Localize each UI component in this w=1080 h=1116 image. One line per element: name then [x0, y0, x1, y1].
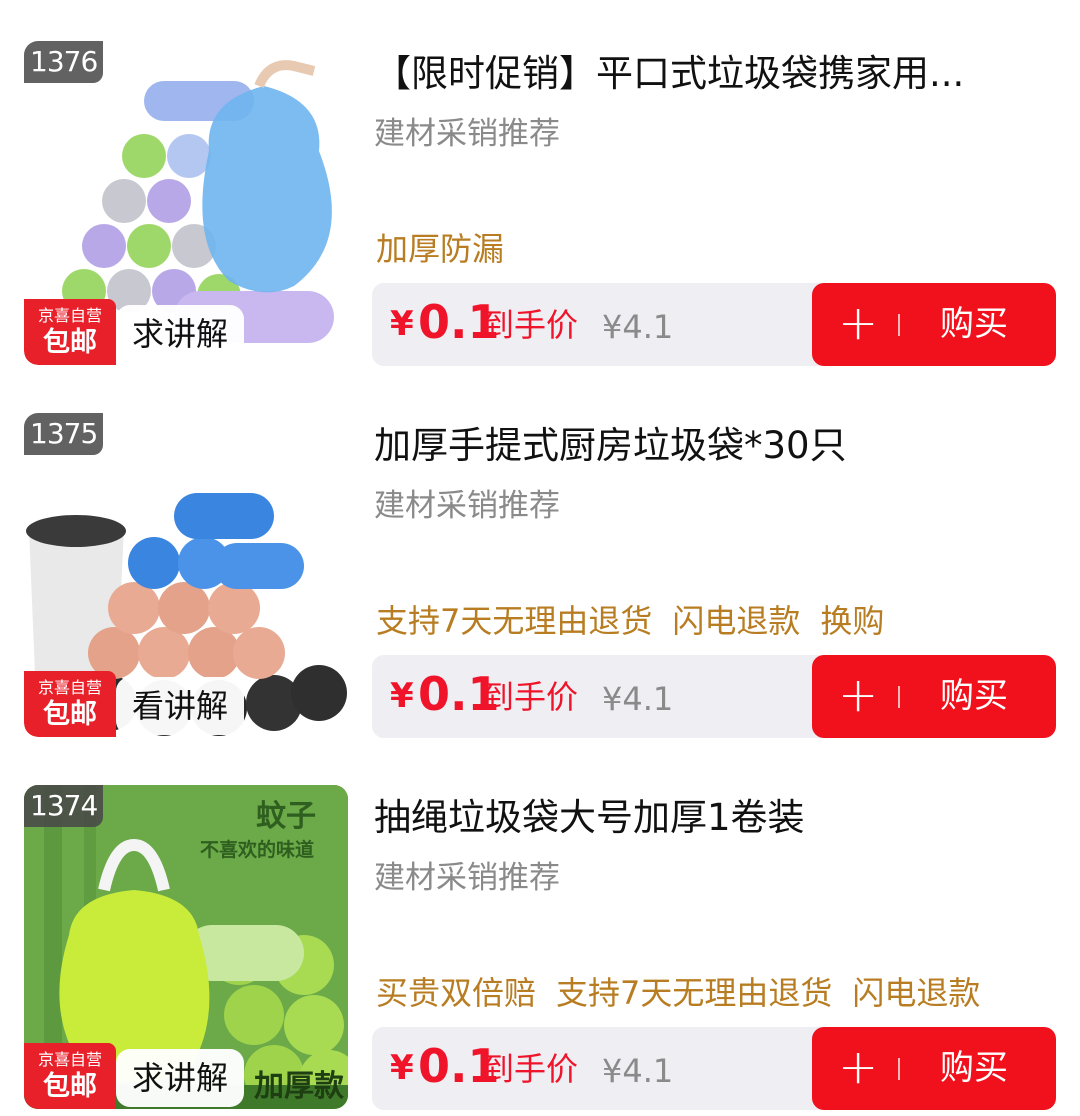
badge-bottom-text: 包邮 — [43, 699, 97, 730]
currency-symbol: ¥ — [390, 304, 414, 344]
original-price: ¥4.1 — [602, 680, 674, 718]
explain-button[interactable]: 求讲解 — [116, 1049, 245, 1107]
product-title[interactable]: 【限时促销】平口式垃圾袋携家用... — [374, 46, 1054, 102]
tag: 加厚防漏 — [376, 230, 505, 268]
divider — [898, 1058, 900, 1080]
original-price: ¥4.1 — [602, 1052, 674, 1090]
jingxi-badge: 京喜自营 包邮 — [24, 299, 116, 365]
tag-row: 支持7天无理由退货 闪电退款 换购 — [376, 597, 904, 645]
rank-badge: 1375 — [24, 413, 104, 455]
product-title[interactable]: 加厚手提式厨房垃圾袋*30只 — [374, 418, 1054, 474]
buy-button[interactable]: + 购买 — [812, 1027, 1056, 1110]
add-to-cart-icon[interactable]: + — [838, 1033, 878, 1101]
divider — [898, 686, 900, 708]
buy-button[interactable]: + 购买 — [812, 283, 1056, 366]
badge-top-text: 京喜自营 — [37, 306, 102, 325]
divider — [898, 314, 900, 336]
image-text-thick: 加厚款 — [254, 1069, 344, 1104]
shop-name: 建材采销推荐 — [374, 860, 560, 896]
add-to-cart-icon[interactable]: + — [838, 661, 878, 729]
buy-label[interactable]: 购买 — [940, 671, 1008, 721]
product-image[interactable]: 1375 京喜自营 包邮 看讲解 — [24, 413, 348, 737]
tag: 支持7天无理由退货 — [376, 602, 653, 640]
badge-bottom-text: 包邮 — [43, 1071, 97, 1102]
badge-top-text: 京喜自营 — [37, 678, 102, 697]
tag: 买贵双倍赔 — [376, 974, 537, 1012]
product-card[interactable]: 蚊子 不喜欢的味道 加厚款 1374 京喜自营 包邮 求讲解 抽绳垃圾袋大号加厚… — [0, 744, 1080, 1116]
price-label: 到手价 — [482, 678, 579, 716]
buy-label[interactable]: 购买 — [940, 1043, 1008, 1093]
explain-button[interactable]: 看讲解 — [116, 677, 245, 735]
rank-badge: 1376 — [24, 41, 104, 83]
currency-symbol: ¥ — [390, 1048, 414, 1088]
shop-name: 建材采销推荐 — [374, 488, 560, 524]
jingxi-badge: 京喜自营 包邮 — [24, 671, 116, 737]
tag-row: 买贵双倍赔 支持7天无理由退货 闪电退款 — [376, 969, 1000, 1017]
original-price: ¥4.1 — [602, 308, 674, 346]
tag: 支持7天无理由退货 — [556, 974, 833, 1012]
add-to-cart-icon[interactable]: + — [838, 289, 878, 357]
price-label: 到手价 — [482, 306, 579, 344]
buy-label[interactable]: 购买 — [940, 299, 1008, 349]
explain-button[interactable]: 求讲解 — [116, 305, 245, 363]
product-image[interactable]: 1376 京喜自营 包邮 求讲解 — [24, 41, 348, 365]
tag-row: 加厚防漏 — [376, 225, 524, 273]
image-text-smell: 不喜欢的味道 — [200, 839, 315, 861]
buy-button[interactable]: + 购买 — [812, 655, 1056, 738]
tag: 闪电退款 — [852, 974, 981, 1012]
price-label: 到手价 — [482, 1050, 579, 1088]
badge-bottom-text: 包邮 — [43, 327, 97, 358]
badge-top-text: 京喜自营 — [37, 1050, 102, 1069]
tag: 闪电退款 — [672, 602, 801, 640]
tag: 换购 — [820, 602, 885, 640]
currency-symbol: ¥ — [390, 676, 414, 716]
product-card[interactable]: 1375 京喜自营 包邮 看讲解 加厚手提式厨房垃圾袋*30只 建材采销推荐 支… — [0, 372, 1080, 744]
product-title[interactable]: 抽绳垃圾袋大号加厚1卷装 — [374, 790, 1054, 846]
shop-name: 建材采销推荐 — [374, 116, 560, 152]
product-card[interactable]: 1376 京喜自营 包邮 求讲解 【限时促销】平口式垃圾袋携家用... 建材采销… — [0, 0, 1080, 372]
image-text-mosquito: 蚊子 — [256, 799, 316, 834]
rank-badge: 1374 — [24, 785, 104, 827]
product-image[interactable]: 蚊子 不喜欢的味道 加厚款 1374 京喜自营 包邮 求讲解 — [24, 785, 348, 1109]
jingxi-badge: 京喜自营 包邮 — [24, 1043, 116, 1109]
